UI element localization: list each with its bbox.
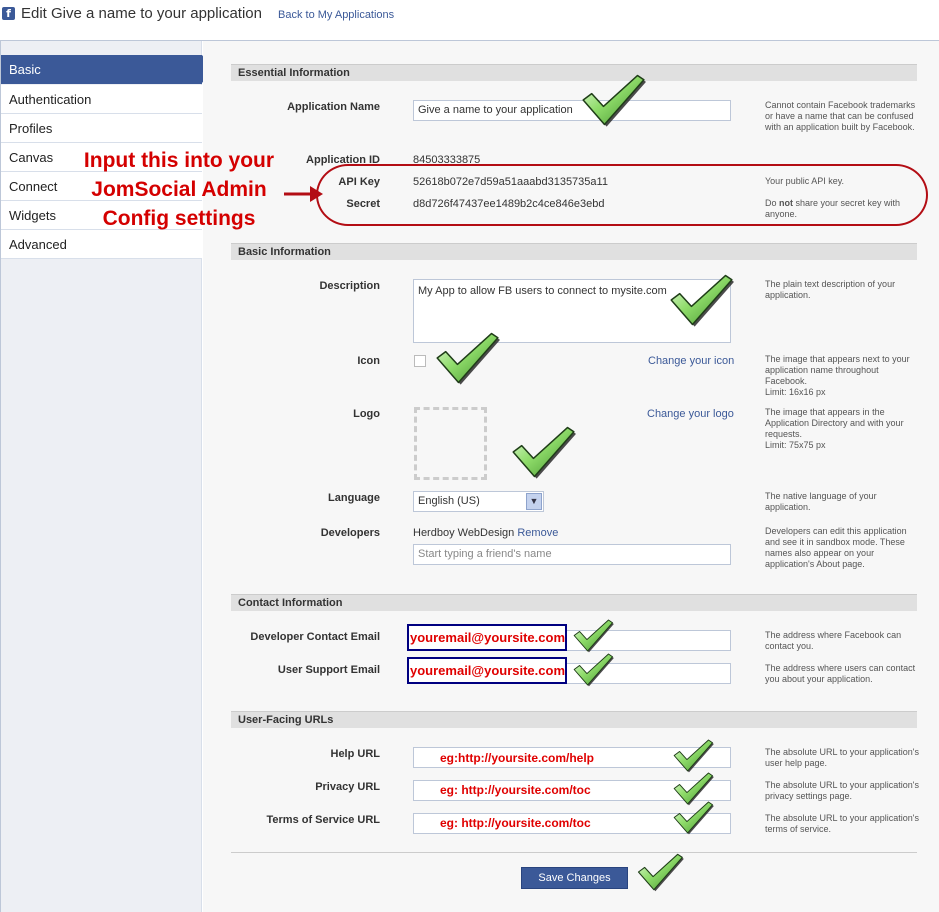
user-support-email-label: User Support Email <box>277 664 380 676</box>
basic-information-header: Basic Information <box>231 243 917 260</box>
help-url-annotation: eg:http://yoursite.com/help <box>440 751 595 765</box>
green-check-icon <box>672 738 714 773</box>
contact-information-header: Contact Information <box>231 594 917 611</box>
change-logo-link[interactable]: Change your logo <box>647 408 734 420</box>
api-key-value: 52618b072e7d59a51aaabd3135735a11 <box>413 176 608 188</box>
logo-help: The image that appears in the Applicatio… <box>765 407 904 450</box>
application-name-help: Cannot contain Facebook trademarks or ha… <box>765 100 916 132</box>
page-title: Edit Give a name to your application <box>21 5 262 22</box>
privacy-url-help: The absolute URL to your application's p… <box>765 780 919 801</box>
annotation-arrow-icon <box>284 186 323 202</box>
description-help: The plain text description of your appli… <box>765 279 896 300</box>
app-logo-placeholder <box>414 407 487 480</box>
application-name-input[interactable]: Give a name to your application <box>413 100 731 121</box>
form-divider <box>231 852 917 853</box>
sidebar-item-basic[interactable]: Basic <box>1 55 213 84</box>
privacy-url-annotation: eg: http://yoursite.com/toc <box>440 783 591 797</box>
language-help: The native language of your application. <box>765 491 877 512</box>
developer-contact-email-annotation: youremail@yoursite.com <box>407 624 567 651</box>
sidebar-item-authentication[interactable]: Authentication <box>1 85 202 114</box>
sidebar-item-advanced[interactable]: Advanced <box>1 230 202 259</box>
green-check-icon <box>510 424 576 480</box>
terms-of-service-url-annotation: eg: http://yoursite.com/toc <box>440 816 591 830</box>
application-name-label: Application Name <box>287 101 380 113</box>
privacy-url-label: Privacy URL <box>315 781 380 793</box>
save-changes-button[interactable]: Save Changes <box>521 867 628 889</box>
secret-value: d8d726f47437ee1489b2c4ce846e3ebd <box>413 198 605 210</box>
chevron-down-icon[interactable]: ▼ <box>526 493 542 510</box>
language-select[interactable]: English (US) ▼ <box>413 491 544 512</box>
remove-developer-link[interactable]: Remove <box>517 527 558 539</box>
developer-contact-email-label: Developer Contact Email <box>250 631 380 643</box>
developer-name: Herdboy WebDesign Remove <box>413 527 559 539</box>
back-to-applications-link[interactable]: Back to My Applications <box>278 9 394 21</box>
green-check-icon <box>636 852 684 892</box>
app-icon-placeholder <box>414 355 426 367</box>
api-key-help: Your public API key. <box>765 176 845 186</box>
green-check-icon <box>434 330 500 386</box>
change-icon-link[interactable]: Change your icon <box>648 355 734 367</box>
developers-input[interactable]: Start typing a friend's name <box>413 544 731 565</box>
developers-help: Developers can edit this application and… <box>765 526 907 569</box>
annotation-line-2: JomSocial Admin <box>91 178 267 201</box>
page-header: f Edit Give a name to your application B… <box>0 0 939 34</box>
green-check-icon <box>580 72 646 128</box>
green-check-icon <box>668 272 734 328</box>
developers-label: Developers <box>320 527 380 539</box>
user-facing-urls-header: User-Facing URLs <box>231 711 917 728</box>
green-check-icon <box>572 652 614 687</box>
icon-help: The image that appears next to your appl… <box>765 354 910 397</box>
description-label: Description <box>319 280 380 292</box>
help-url-label: Help URL <box>330 748 381 760</box>
logo-label: Logo <box>353 408 380 420</box>
facebook-logo-icon: f <box>2 7 15 20</box>
essential-information-header: Essential Information <box>231 64 917 81</box>
developer-contact-email-help: The address where Facebook can contact y… <box>765 630 902 651</box>
language-label: Language <box>328 492 380 504</box>
help-url-help: The absolute URL to your application's u… <box>765 747 919 768</box>
green-check-icon <box>572 618 614 653</box>
icon-label: Icon <box>357 355 380 367</box>
sidebar-item-profiles[interactable]: Profiles <box>1 114 202 143</box>
user-support-email-annotation: youremail@yoursite.com <box>407 657 567 684</box>
user-support-email-help: The address where users can contact you … <box>765 663 916 684</box>
annotation-line-3: Config settings <box>102 207 256 230</box>
terms-of-service-url-help: The absolute URL to your application's t… <box>765 813 919 834</box>
annotation-line-1: Input this into your <box>83 149 275 172</box>
secret-help: Do not share your secret key with anyone… <box>765 198 901 219</box>
green-check-icon <box>672 800 714 835</box>
terms-of-service-url-label: Terms of Service URL <box>266 814 380 826</box>
